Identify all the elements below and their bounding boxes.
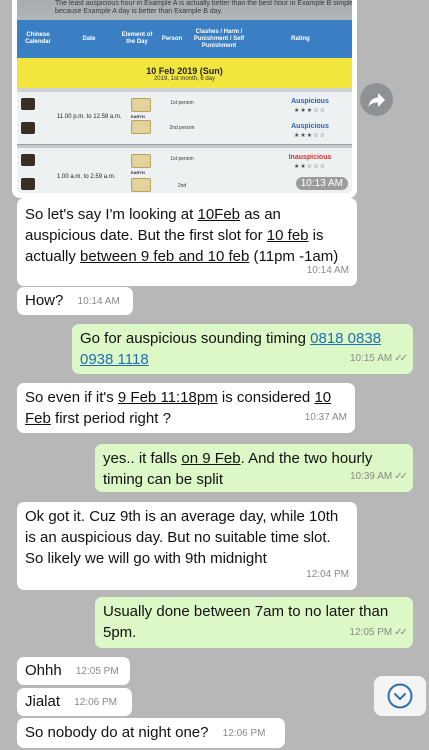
message-text-underlined: between 9 feb and 10 feb	[80, 248, 250, 265]
zodiac-icon	[21, 98, 35, 110]
table-divider	[17, 144, 352, 145]
header-rating: Rating	[291, 35, 310, 42]
message-incoming[interactable]: Ohhh 12:05 PM	[17, 657, 130, 685]
message-text-underlined: on 9 Feb	[181, 450, 241, 467]
zodiac-icon	[21, 122, 35, 134]
image-message[interactable]: The least auspicious hour in Example A i…	[12, 0, 357, 198]
message-outgoing[interactable]: yes.. it falls on 9 Feb. And the two hou…	[95, 444, 413, 492]
message-time-text: 10:39 AM	[349, 471, 393, 482]
header-clashes: Clashes / Harm / Punishment / Self Punis…	[193, 28, 245, 49]
rating-label: Auspicious	[291, 98, 329, 105]
person-label: 2nd person	[169, 125, 195, 131]
rating-label: Auspicious	[291, 123, 329, 130]
message-time-text: 10:15 AM	[349, 353, 393, 364]
slot-time: 1.00 a.m. to 2.59 a.m.	[57, 174, 116, 180]
element-icon	[131, 98, 151, 112]
message-text: Jialat	[25, 693, 61, 710]
table-row: 11.00 p.m. to 12.59 a.m. EARTH 1st perso…	[17, 92, 352, 144]
message-time: 12:05 PM	[75, 665, 119, 677]
rating-stars: ★★★☆☆	[294, 108, 326, 114]
message-text: is considered	[217, 389, 315, 406]
chat-conversation: The least auspicious hour in Example A i…	[0, 0, 429, 750]
message-outgoing[interactable]: Usually done between 7am to no later tha…	[95, 597, 413, 648]
message-text: Ok got it. Cuz 9th is an average day, wh…	[25, 508, 339, 567]
message-text: Ohhh	[25, 662, 62, 679]
message-time-text: 12:05 PM	[349, 627, 393, 638]
message-incoming[interactable]: How? 10:14 AM	[17, 287, 133, 315]
message-incoming[interactable]: So even if it's 9 Feb 11:18pm is conside…	[17, 383, 355, 433]
message-text: yes.. it falls	[103, 450, 182, 467]
message-text: Go for auspicious sounding timing	[80, 330, 311, 347]
message-time: 10:39 AM ✓✓	[349, 466, 408, 487]
message-text: So let's say I'm looking at	[25, 206, 198, 223]
message-time: 12:06 PM	[222, 727, 266, 739]
forward-icon	[368, 92, 385, 107]
forward-button[interactable]	[360, 83, 393, 116]
double-check-icon: ✓✓	[394, 353, 408, 364]
photo-auspicious-table[interactable]: The least auspicious hour in Example A i…	[17, 0, 352, 193]
chevron-down-icon	[387, 683, 413, 709]
person-label: 2nd	[177, 183, 187, 189]
zodiac-icon	[21, 178, 35, 190]
message-text: Usually done between 7am to no later tha…	[103, 603, 389, 641]
message-incoming[interactable]: Jialat 12:06 PM	[17, 688, 132, 716]
date-banner-sub: 2019, 1st month, 6 day	[153, 76, 216, 82]
header-person: Person	[161, 35, 183, 42]
zodiac-icon	[21, 154, 35, 166]
table-header: Chinese Calendar Date Element of the Day…	[17, 20, 352, 58]
photo-caption-text: The least auspicious hour in Example A i…	[55, 0, 352, 16]
element-icon	[131, 178, 151, 192]
scroll-to-bottom-button[interactable]	[374, 676, 426, 716]
header-date: Date	[82, 35, 96, 42]
image-timestamp: 10:13 AM	[295, 177, 348, 190]
rating-label: Inauspicious	[288, 154, 332, 161]
message-time: 10:14 AM	[306, 265, 349, 276]
message-text-underlined: 10Feb	[197, 206, 241, 223]
message-time: 12:05 PM ✓✓	[349, 622, 408, 643]
message-text: So nobody do at night one?	[25, 724, 209, 741]
double-check-icon: ✓✓	[394, 471, 408, 482]
message-time: 10:37 AM	[304, 412, 347, 423]
photo-caption-line-2: because Example A day is better than Exa…	[55, 8, 223, 15]
rating-stars: ★★★☆☆	[294, 133, 326, 139]
element-icon	[131, 120, 151, 134]
message-time: 12:06 PM	[74, 696, 118, 708]
date-banner: 10 Feb 2019 (Sun) 2019, 1st month, 6 day	[17, 58, 352, 88]
rating-stars: ★★☆☆☆	[294, 164, 326, 170]
message-outgoing[interactable]: Go for auspicious sounding timing 0818 0…	[72, 324, 413, 374]
slot-time: 11.00 p.m. to 12.59 a.m.	[57, 114, 122, 120]
header-chinese-calendar: Chinese Calendar	[25, 32, 51, 45]
double-check-icon: ✓✓	[394, 627, 408, 638]
person-label: 1st person	[170, 100, 194, 106]
photo-caption-line-1: The least auspicious hour in Example A i…	[55, 0, 352, 7]
element-label: EARTH	[131, 170, 145, 175]
message-incoming[interactable]: So let's say I'm looking at 10Feb as an …	[17, 198, 357, 286]
message-time: 12:04 PM	[306, 569, 349, 580]
message-text-underlined: 10 feb	[266, 227, 309, 244]
message-text: first period right ?	[50, 410, 171, 427]
message-incoming[interactable]: Ok got it. Cuz 9th is an average day, wh…	[17, 502, 357, 590]
message-text: So even if it's	[25, 389, 118, 406]
date-banner-main: 10 Feb 2019 (Sun)	[146, 66, 223, 76]
message-incoming[interactable]: So nobody do at night one? 12:06 PM	[17, 718, 285, 748]
message-text-underlined: 9 Feb 11:18pm	[117, 389, 218, 406]
message-time: 10:14 AM	[77, 295, 120, 307]
person-label: 1st person	[170, 156, 194, 162]
message-text: How?	[25, 292, 64, 309]
element-icon	[131, 154, 151, 168]
element-label: EARTH	[131, 114, 145, 119]
message-time: 10:15 AM ✓✓	[349, 348, 408, 369]
header-element: Element of the Day	[121, 32, 153, 45]
